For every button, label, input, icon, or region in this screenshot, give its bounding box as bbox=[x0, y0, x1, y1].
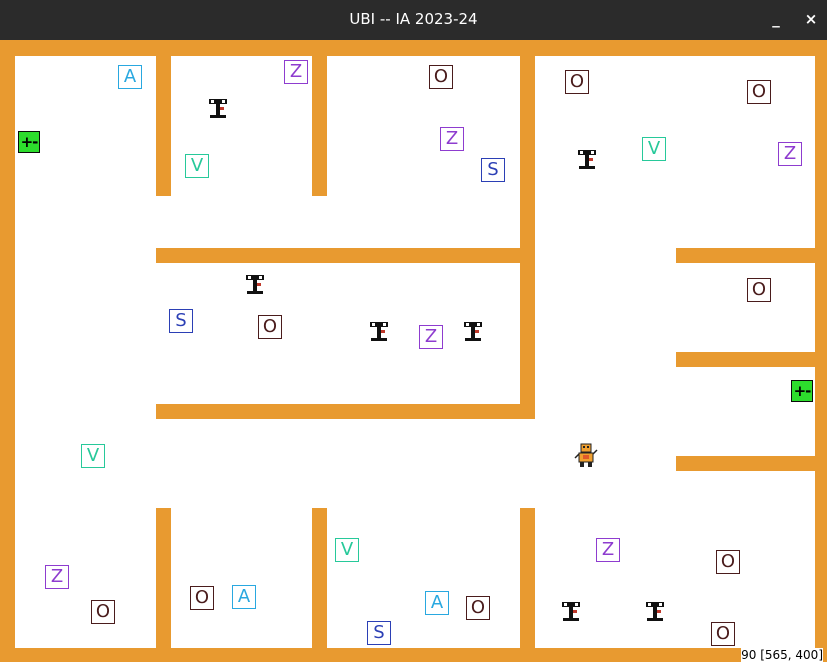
status-readout: 90 [565, 400] bbox=[741, 648, 823, 662]
charging-station: +- bbox=[18, 131, 40, 153]
wall bbox=[676, 248, 827, 263]
robot-icon bbox=[646, 602, 664, 621]
wall bbox=[676, 352, 827, 367]
tile-z: Z bbox=[284, 60, 308, 84]
wall bbox=[156, 508, 171, 662]
tile-z: Z bbox=[778, 142, 802, 166]
wall bbox=[815, 40, 827, 662]
tile-o: O bbox=[91, 600, 115, 624]
tile-o: O bbox=[747, 80, 771, 104]
tile-a: A bbox=[232, 585, 256, 609]
wall bbox=[676, 456, 827, 471]
tile-o: O bbox=[190, 586, 214, 610]
robot-icon bbox=[464, 322, 482, 341]
tile-o: O bbox=[258, 315, 282, 339]
wall bbox=[0, 40, 827, 56]
tile-s: S bbox=[481, 158, 505, 182]
tile-o: O bbox=[747, 278, 771, 302]
wall bbox=[520, 508, 535, 662]
wall bbox=[156, 40, 171, 196]
tile-a: A bbox=[118, 65, 142, 89]
tile-s: S bbox=[367, 621, 391, 645]
wall bbox=[156, 404, 535, 419]
tile-o: O bbox=[466, 596, 490, 620]
tile-o: O bbox=[716, 550, 740, 574]
wall bbox=[520, 40, 535, 419]
tile-z: Z bbox=[45, 565, 69, 589]
tile-o: O bbox=[711, 622, 735, 646]
title-bar: UBI -- IA 2023-24 _ × bbox=[0, 0, 827, 40]
wall bbox=[156, 248, 535, 263]
tile-z: Z bbox=[596, 538, 620, 562]
tile-o: O bbox=[429, 65, 453, 89]
player-agent-icon bbox=[574, 443, 598, 467]
robot-icon bbox=[246, 275, 264, 294]
tile-v: V bbox=[185, 154, 209, 178]
wall bbox=[312, 508, 327, 662]
robot-icon bbox=[370, 322, 388, 341]
window-title: UBI -- IA 2023-24 bbox=[349, 10, 478, 28]
robot-icon bbox=[562, 602, 580, 621]
wall bbox=[0, 40, 15, 662]
tile-v: V bbox=[81, 444, 105, 468]
close-button[interactable]: × bbox=[801, 8, 821, 30]
charging-station: +- bbox=[791, 380, 813, 402]
tile-v: V bbox=[335, 538, 359, 562]
tile-s: S bbox=[169, 309, 193, 333]
robot-icon bbox=[578, 150, 596, 169]
tile-v: V bbox=[642, 137, 666, 161]
tile-a: A bbox=[425, 591, 449, 615]
minimize-button[interactable]: _ bbox=[766, 8, 786, 30]
wall bbox=[312, 40, 327, 196]
game-board[interactable]: A Z O O O Z S V V Z O S O Z V V Z O Z O … bbox=[0, 40, 827, 662]
tile-o: O bbox=[565, 70, 589, 94]
wall bbox=[0, 648, 827, 662]
tile-z: Z bbox=[440, 127, 464, 151]
robot-icon bbox=[209, 99, 227, 118]
tile-z: Z bbox=[419, 325, 443, 349]
